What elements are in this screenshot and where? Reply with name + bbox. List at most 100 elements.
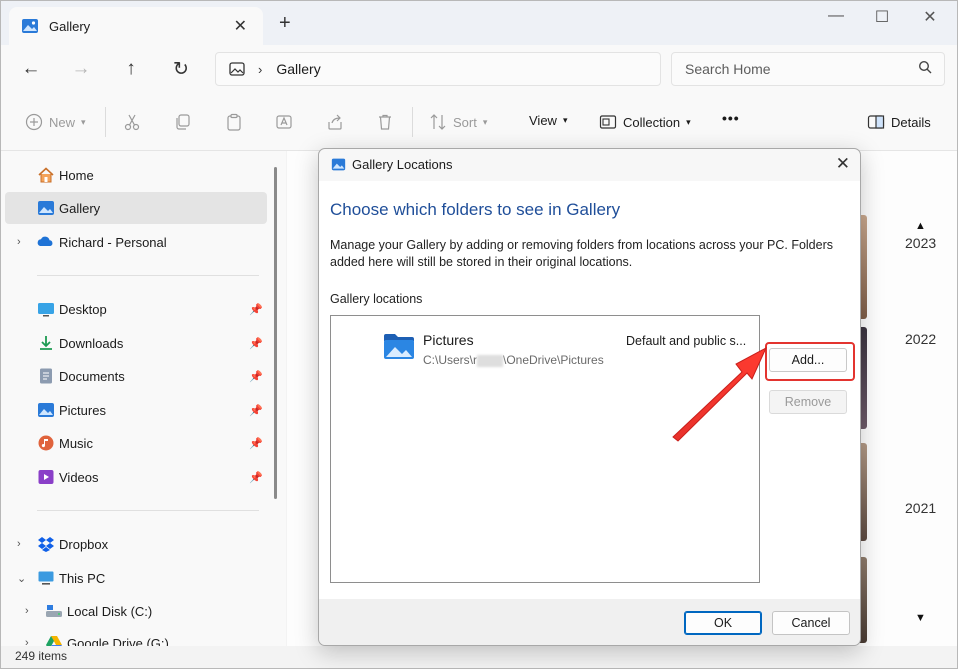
dialog-description: Manage your Gallery by adding or removin… <box>330 238 833 269</box>
sidebar-divider <box>37 510 259 511</box>
gallery-locations-list[interactable]: Pictures C:\Users\r \OneDrive\Pictures De… <box>330 315 760 583</box>
forward-arrow-icon[interactable]: → <box>69 58 93 80</box>
timeline-up-icon[interactable]: ▲ <box>915 220 926 232</box>
command-bar: New ▾ Sort ▾ View ▾ Collection ▾ ••• Det… <box>1 93 957 151</box>
home-icon <box>37 166 55 184</box>
sidebar-item-label: Google Drive (G:) <box>67 635 169 647</box>
dialog-titlebar: Gallery Locations <box>331 157 452 172</box>
location-path-suffix: \OneDrive\Pictures <box>503 353 604 367</box>
pin-icon[interactable]: 📌 <box>249 404 263 417</box>
highlight-box <box>765 342 855 381</box>
sidebar-item-desktop[interactable]: Desktop 📌 <box>5 293 267 325</box>
timeline-year[interactable]: 2022 <box>905 331 936 347</box>
pin-icon[interactable]: 📌 <box>249 437 263 450</box>
dialog-title: Gallery Locations <box>352 157 453 172</box>
pin-icon[interactable]: 📌 <box>249 337 263 350</box>
sidebar-item-label: Pictures <box>59 402 106 418</box>
search-placeholder: Search Home <box>685 61 771 77</box>
sidebar-item-label: Downloads <box>59 335 124 351</box>
sort-button[interactable]: Sort ▾ <box>429 113 487 131</box>
sidebar-item-onedrive[interactable]: › Richard - Personal <box>5 226 267 258</box>
divider <box>105 107 106 137</box>
refresh-icon[interactable]: ↻ <box>169 58 193 81</box>
sidebar-item-music[interactable]: Music 📌 <box>5 427 267 459</box>
paste-icon[interactable] <box>225 113 243 131</box>
delete-icon[interactable] <box>376 113 394 131</box>
view-label: View <box>529 113 557 128</box>
pin-icon[interactable]: 📌 <box>249 370 263 383</box>
new-button[interactable]: New ▾ <box>25 113 86 131</box>
redacted-username <box>477 354 503 367</box>
chevron-right-icon[interactable]: › <box>17 538 21 550</box>
details-label: Details <box>891 114 931 130</box>
gallery-locations-dialog: Gallery Locations ✕ Choose which folders… <box>318 148 861 646</box>
timeline-year[interactable]: 2023 <box>905 235 936 251</box>
divider <box>412 107 413 137</box>
more-options-button[interactable]: ••• <box>722 110 740 126</box>
sidebar-item-downloads[interactable]: Downloads 📌 <box>5 327 267 359</box>
tab-gallery[interactable]: Gallery ✕ <box>9 7 263 45</box>
share-icon[interactable] <box>326 113 344 131</box>
remove-location-button[interactable]: Remove <box>769 390 847 414</box>
sort-icon <box>430 114 446 130</box>
sidebar-item-videos[interactable]: Videos 📌 <box>5 461 267 493</box>
navigation-pane: Home Gallery › Richard - Personal Deskto… <box>1 151 286 646</box>
ok-button[interactable]: OK <box>684 611 762 635</box>
timeline-year[interactable]: 2021 <box>905 500 936 516</box>
sidebar-item-label: Music <box>59 435 93 451</box>
close-window-button[interactable]: ✕ <box>915 7 945 27</box>
up-arrow-icon[interactable]: ↑ <box>119 58 143 80</box>
desktop-icon <box>37 300 55 318</box>
tab-bar: Gallery ✕ + — ☐ ✕ <box>1 1 957 45</box>
chevron-right-icon[interactable]: › <box>25 637 29 646</box>
sidebar-item-gallery[interactable]: Gallery <box>5 192 267 224</box>
sidebar-item-this-pc[interactable]: ⌄ This PC <box>5 562 267 594</box>
sidebar-item-home[interactable]: Home <box>5 159 267 191</box>
chevron-down-icon: ▾ <box>81 116 86 127</box>
back-arrow-icon[interactable]: ← <box>19 58 43 80</box>
details-button[interactable]: Details <box>867 113 931 131</box>
sidebar-item-pictures[interactable]: Pictures 📌 <box>5 394 267 426</box>
search-input[interactable]: Search Home <box>671 52 945 86</box>
new-tab-button[interactable]: + <box>279 13 291 33</box>
dialog-footer: OK Cancel <box>319 599 860 645</box>
chevron-right-icon[interactable]: › <box>25 605 29 617</box>
maximize-button[interactable]: ☐ <box>867 7 897 27</box>
this-pc-icon <box>37 569 55 587</box>
documents-icon <box>37 367 55 385</box>
dialog-close-icon[interactable]: ✕ <box>836 154 850 174</box>
sidebar-item-google-drive[interactable]: › Google Drive (G:) <box>5 629 267 646</box>
timeline-down-icon[interactable]: ▼ <box>915 612 926 624</box>
view-button[interactable]: View ▾ <box>529 113 567 128</box>
pin-icon[interactable]: 📌 <box>249 471 263 484</box>
tab-title: Gallery <box>49 18 91 34</box>
sidebar-scrollbar[interactable] <box>274 167 277 499</box>
dialog-body: Choose which folders to see in Gallery M… <box>319 181 860 599</box>
sidebar-item-label: Home <box>59 167 94 183</box>
location-path-prefix: C:\Users\r <box>423 353 477 367</box>
copy-icon[interactable] <box>174 113 192 131</box>
new-button-label: New <box>49 114 76 130</box>
location-path: C:\Users\r \OneDrive\Pictures <box>423 353 604 367</box>
cancel-button[interactable]: Cancel <box>772 611 850 635</box>
close-tab-icon[interactable]: ✕ <box>234 16 247 36</box>
onedrive-icon <box>37 233 55 251</box>
pin-icon[interactable]: 📌 <box>249 303 263 316</box>
breadcrumb-gallery[interactable]: Gallery <box>276 61 320 77</box>
sidebar-item-label: Richard - Personal <box>59 234 167 250</box>
sidebar-item-google-drive-clip: › Google Drive (G:) <box>5 629 267 646</box>
breadcrumb-chevron-icon: › <box>258 61 263 77</box>
chevron-right-icon[interactable]: › <box>17 236 21 248</box>
gallery-icon <box>22 19 38 33</box>
sidebar-item-dropbox[interactable]: › Dropbox <box>5 528 267 560</box>
minimize-button[interactable]: — <box>821 7 851 25</box>
cut-icon[interactable] <box>123 113 141 131</box>
rename-icon[interactable] <box>275 113 293 131</box>
sidebar-item-local-disk[interactable]: › Local Disk (C:) <box>5 595 267 627</box>
location-type: Default and public s... <box>626 334 747 348</box>
sidebar-item-documents[interactable]: Documents 📌 <box>5 360 267 392</box>
address-bar[interactable]: › Gallery <box>215 52 661 86</box>
chevron-down-icon[interactable]: ⌄ <box>17 572 26 585</box>
collection-button[interactable]: Collection ▾ <box>599 113 691 131</box>
sidebar-item-label: Documents <box>59 368 125 384</box>
